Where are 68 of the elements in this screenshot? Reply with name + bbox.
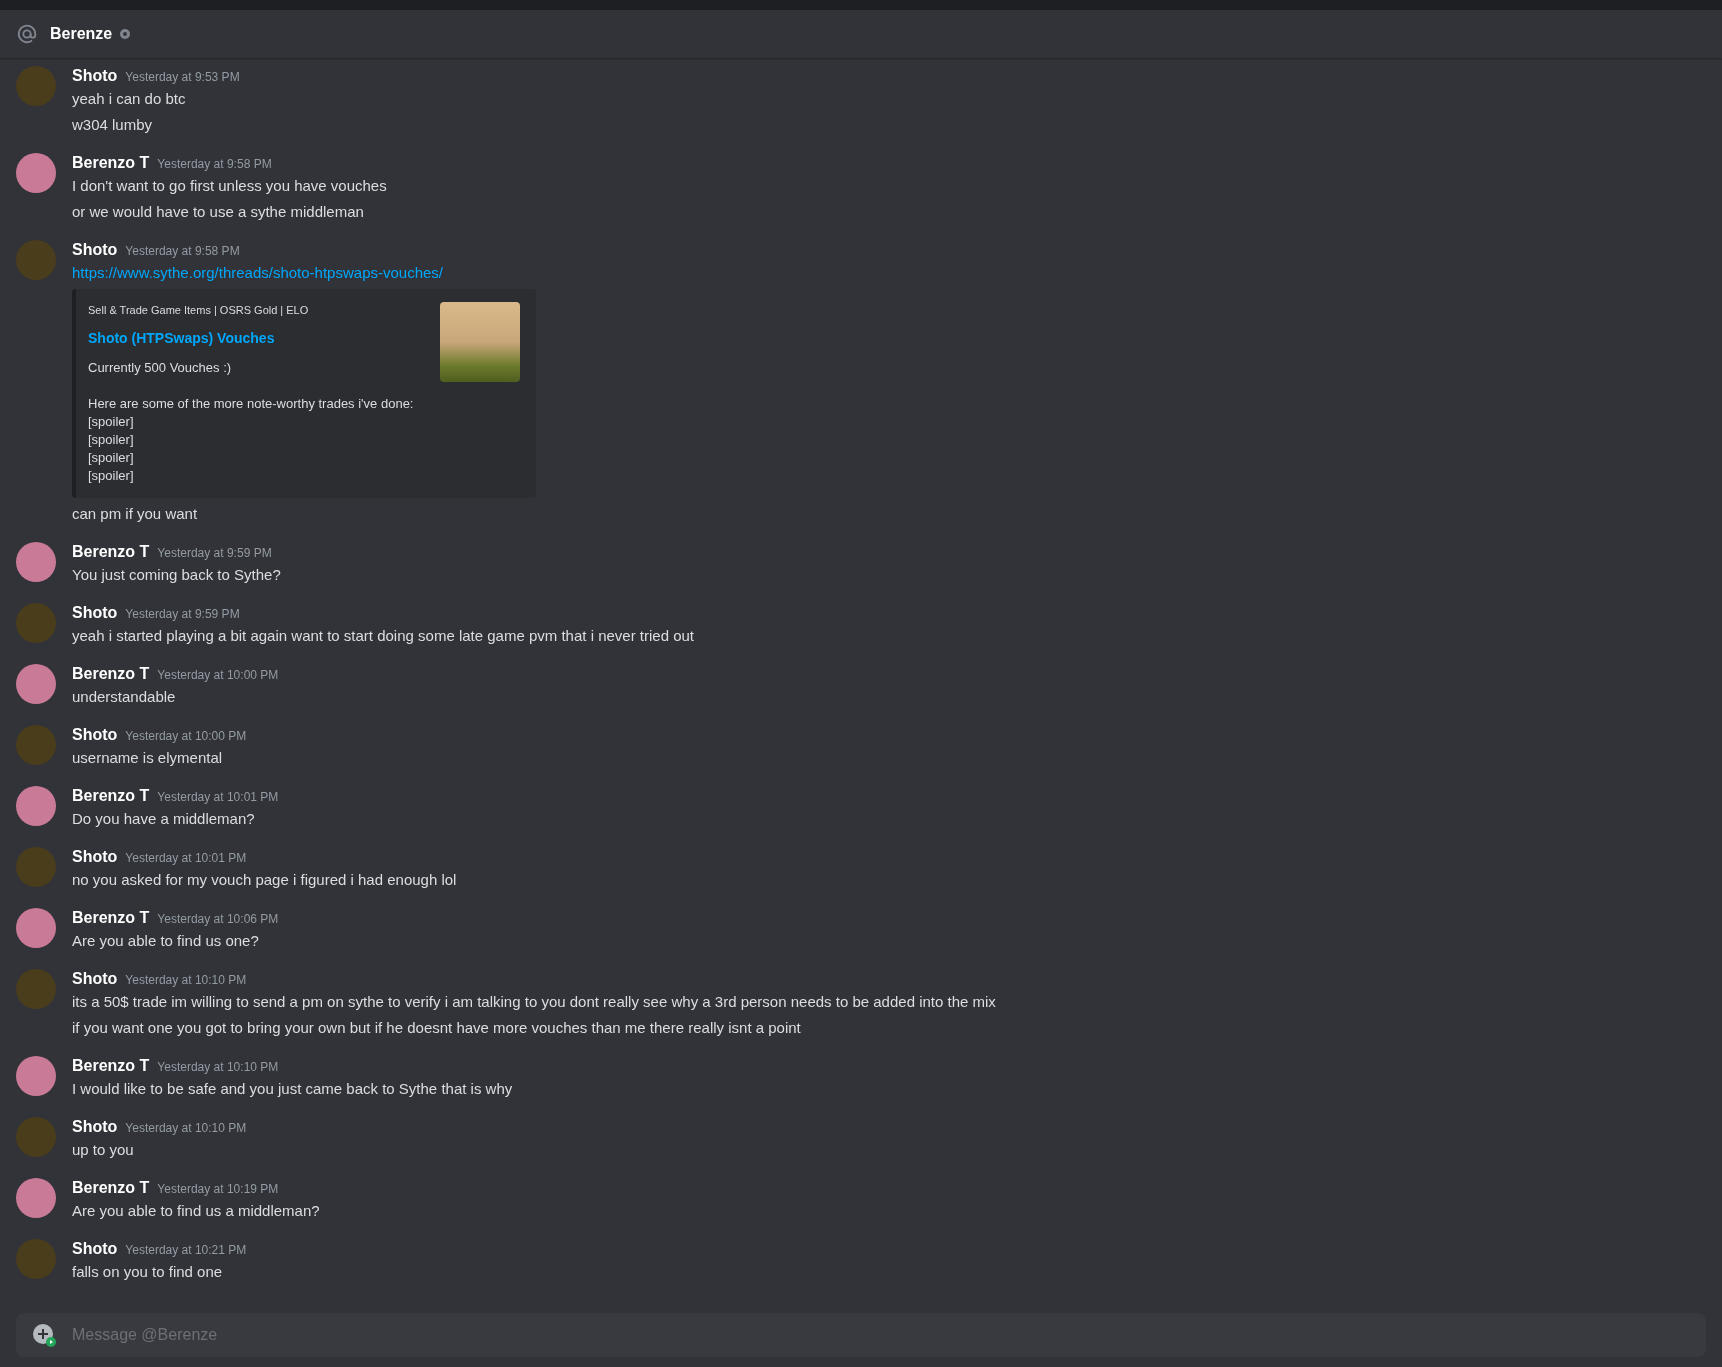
timestamp: Yesterday at 10:10 PM — [125, 1120, 247, 1137]
username[interactable]: Shoto — [72, 1237, 118, 1261]
timestamp: Yesterday at 10:01 PM — [125, 850, 247, 867]
username[interactable]: Shoto — [72, 845, 118, 869]
message-text: username is elymental — [72, 748, 224, 768]
message-input[interactable]: Message @Berenze — [16, 1313, 1706, 1357]
username[interactable]: Berenzo T — [72, 662, 150, 686]
username[interactable]: Shoto — [72, 1115, 118, 1139]
timestamp: Yesterday at 10:00 PM — [125, 728, 247, 745]
message-text: Are you able to find us a middleman? — [72, 1201, 320, 1221]
username[interactable]: Berenzo T — [72, 540, 150, 564]
embed-title[interactable]: Shoto (HTPSwaps) Vouches — [88, 327, 275, 349]
embed-text: [spoiler] — [88, 449, 134, 467]
timestamp: Yesterday at 10:01 PM — [157, 789, 279, 806]
username[interactable]: Berenzo T — [72, 1054, 150, 1078]
timestamp: Yesterday at 10:00 PM — [157, 667, 279, 684]
message-text: Do you have a middleman? — [72, 809, 256, 829]
username[interactable]: Shoto — [72, 64, 118, 88]
username[interactable]: Berenzo T — [72, 784, 150, 808]
username[interactable]: Berenzo T — [72, 906, 150, 930]
timestamp: Yesterday at 9:59 PM — [157, 545, 272, 562]
message-text: up to you — [72, 1140, 135, 1160]
embed-text: [spoiler] — [88, 431, 134, 449]
timestamp: Yesterday at 10:10 PM — [125, 972, 247, 989]
message-text: can pm if you want — [72, 504, 199, 524]
add-icon[interactable] — [32, 1323, 56, 1347]
username[interactable]: Shoto — [72, 723, 118, 747]
timestamp: Yesterday at 10:06 PM — [157, 911, 279, 928]
message-link[interactable]: https://www.sythe.org/threads/shoto-htpswaps-vouches/ — [72, 260, 443, 286]
message-text: Are you able to find us one? — [72, 931, 260, 951]
avatar[interactable] — [16, 664, 56, 704]
embed-text: Here are some of the more note-worthy trades i've done: — [88, 395, 414, 413]
message-text: no you asked for my vouch page i figured i had enough lol — [72, 870, 457, 890]
message-text: You just coming back to Sythe? — [72, 565, 281, 585]
avatar[interactable] — [16, 1178, 56, 1218]
message-text: if you want one you got to bring your own but if he doesnt have more vouches than me there really isnt a point — [72, 1018, 802, 1038]
message-text: I would like to be safe and you just came back to Sythe that is why — [72, 1079, 513, 1099]
timestamp: Yesterday at 9:53 PM — [125, 69, 240, 86]
timestamp: Yesterday at 9:59 PM — [125, 606, 240, 623]
message-text: yeah i started playing a bit again want to start doing some late game pvm that i never tried out — [72, 626, 695, 646]
avatar[interactable] — [16, 542, 56, 582]
username[interactable]: Shoto — [72, 238, 118, 262]
timestamp: Yesterday at 10:19 PM — [157, 1181, 279, 1198]
at-sign-icon — [16, 23, 38, 45]
embed-text: [spoiler] — [88, 413, 134, 431]
avatar[interactable] — [16, 908, 56, 948]
avatar[interactable] — [16, 153, 56, 193]
message-text: w304 lumby — [72, 115, 154, 135]
avatar[interactable] — [16, 786, 56, 826]
channel-title: Berenze — [50, 24, 113, 44]
message-text: falls on you to find one — [72, 1262, 224, 1282]
message-text: yeah i can do btc — [72, 89, 187, 109]
username[interactable]: Shoto — [72, 967, 118, 991]
timestamp: Yesterday at 10:21 PM — [125, 1242, 247, 1259]
embed-provider: Sell & Trade Game Items | OSRS Gold | ELO — [88, 303, 310, 318]
message-text: I don't want to go first unless you have vouches — [72, 176, 387, 196]
timestamp: Yesterday at 9:58 PM — [125, 243, 240, 260]
username[interactable]: Berenzo T — [72, 151, 150, 175]
username[interactable]: Shoto — [72, 601, 118, 625]
embed-description: Currently 500 Vouches :) — [88, 358, 233, 377]
message-text: understandable — [72, 687, 177, 707]
message-text: or we would have to use a sythe middleman — [72, 202, 365, 222]
avatar[interactable] — [16, 1056, 56, 1096]
username[interactable]: Berenzo T — [72, 1176, 150, 1200]
timestamp: Yesterday at 10:10 PM — [157, 1059, 279, 1076]
message-text: its a 50$ trade im willing to send a pm on sythe to verify i am talking to you dont really see why a 3rd person needs to be added into the mix — [72, 992, 996, 1012]
embed-text: [spoiler] — [88, 467, 134, 485]
timestamp: Yesterday at 9:58 PM — [157, 156, 272, 173]
